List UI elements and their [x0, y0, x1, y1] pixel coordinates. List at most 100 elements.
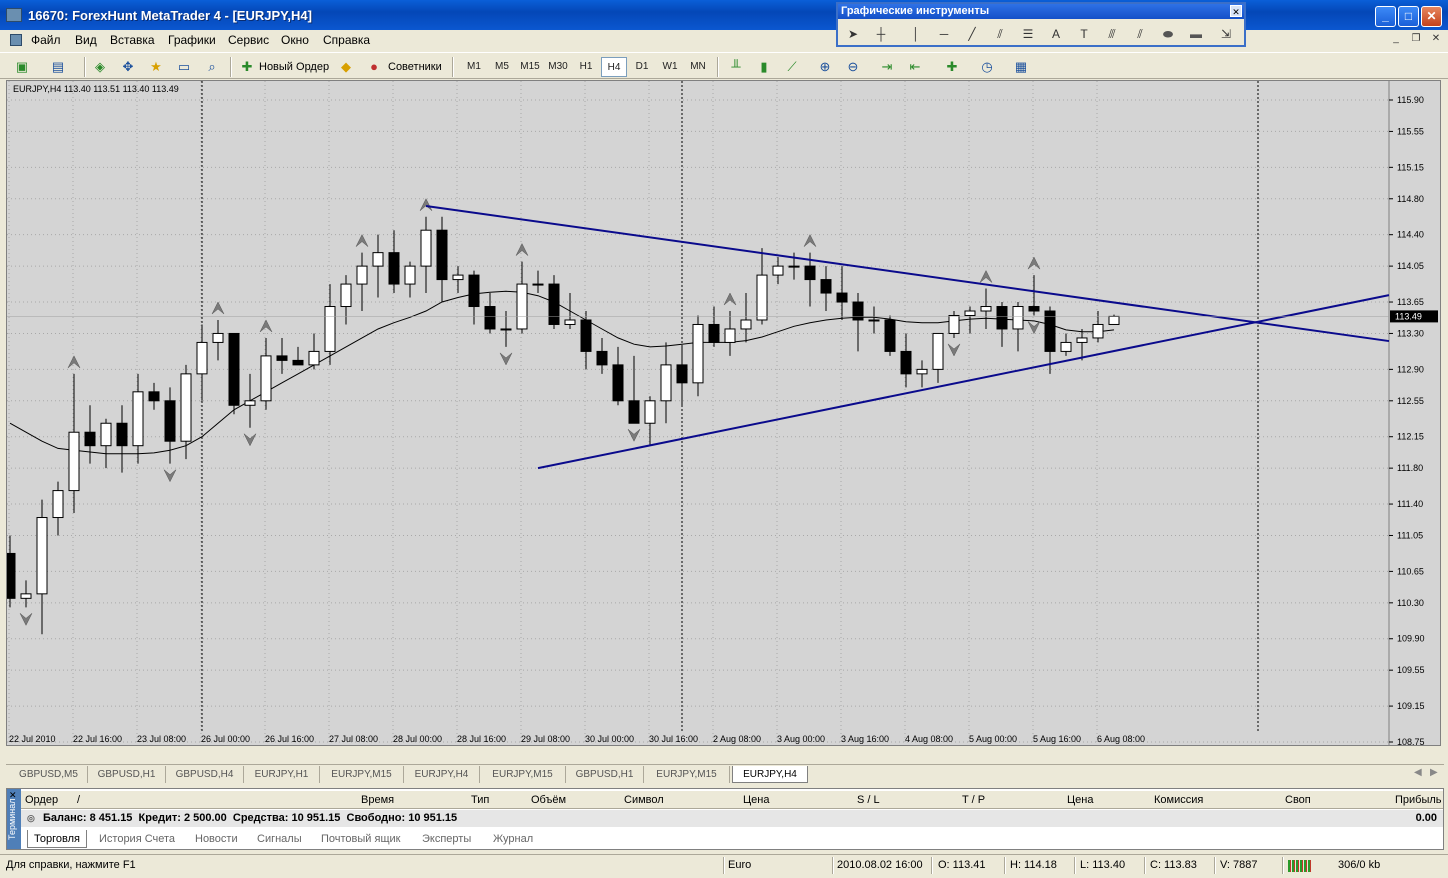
terminal-tab-history[interactable]: История Счета	[99, 830, 175, 848]
col-tp[interactable]: T / P	[962, 794, 985, 806]
new-order-icon[interactable]: ✚	[237, 57, 257, 77]
fibo-arcs-icon[interactable]: ⫽	[1130, 25, 1150, 43]
price-chart[interactable]: 115.90 115.55 115.15 114.80 114.40 114.05 113.…	[6, 80, 1441, 746]
tab-scroll-left-icon[interactable]: ◀	[1414, 767, 1422, 778]
col-price-current[interactable]: Цена	[1067, 794, 1093, 806]
autoscroll-icon[interactable]: ⇥	[877, 57, 897, 77]
chart-tab[interactable]: GBPUSD,M5	[10, 766, 88, 783]
menu-view[interactable]: Вид	[75, 33, 97, 47]
chart-tab[interactable]: GBPUSD,H1	[566, 766, 644, 783]
close-button[interactable]: ✕	[1421, 6, 1442, 27]
x-tick-label: 30 Jul 00:00	[585, 734, 634, 744]
terminal-icon[interactable]: ▭	[174, 57, 194, 77]
menu-charts[interactable]: Графики	[168, 33, 216, 47]
terminal-tab-mailbox[interactable]: Почтовый ящик	[321, 830, 400, 848]
maximize-button[interactable]: □	[1398, 6, 1419, 27]
menu-window[interactable]: Окно	[281, 33, 309, 47]
timeframe-m5[interactable]: M5	[489, 57, 515, 77]
terminal-tab-news[interactable]: Новости	[195, 830, 238, 848]
tab-scroll-right-icon[interactable]: ▶	[1430, 767, 1438, 778]
profiles-icon[interactable]: ▤	[48, 57, 68, 77]
minimize-button[interactable]: _	[1375, 6, 1396, 27]
vertical-line-icon[interactable]: │	[906, 25, 926, 43]
col-sl[interactable]: S / L	[857, 794, 880, 806]
periods-icon[interactable]: ◷	[977, 57, 997, 77]
chart-tab[interactable]: EURJPY,M15	[320, 766, 404, 783]
chart-tab[interactable]: EURJPY,M15	[644, 766, 730, 783]
col-volume[interactable]: Объём	[531, 794, 566, 806]
bar-chart-icon[interactable]: ╨	[726, 57, 746, 77]
menu-file[interactable]: Файл	[31, 33, 61, 47]
advisors-icon[interactable]: ●	[364, 57, 384, 77]
chart-tab[interactable]: GBPUSD,H4	[166, 766, 244, 783]
menu-tools[interactable]: Сервис	[228, 33, 269, 47]
candle-body	[324, 306, 336, 352]
chart-tab[interactable]: GBPUSD,H1	[88, 766, 166, 783]
mdi-restore-icon[interactable]: ❐	[1408, 32, 1424, 46]
strategy-tester-icon[interactable]: ⌕	[202, 57, 222, 77]
zoom-out-icon[interactable]: ⊖	[843, 57, 863, 77]
balance-row[interactable]: ◎ Баланс: 8 451.15 Кредит: 2 500.00 Сред…	[21, 810, 1443, 827]
navigator-icon[interactable]: ★	[146, 57, 166, 77]
connection-indicator-icon[interactable]	[1288, 860, 1312, 872]
indicators-icon[interactable]: ✚	[942, 57, 962, 77]
chart-shift-icon[interactable]: ⇤	[905, 57, 925, 77]
fibo-fan-icon[interactable]: ⫻	[1102, 25, 1122, 43]
fractal-up-marker	[515, 243, 529, 256]
col-order[interactable]: Ордер	[25, 794, 58, 806]
col-price[interactable]: Цена	[743, 794, 769, 806]
col-profit[interactable]: Прибыль	[1395, 794, 1442, 806]
menu-insert[interactable]: Вставка	[110, 33, 155, 47]
mdi-minimize-icon[interactable]: _	[1388, 32, 1404, 46]
timeframe-d1[interactable]: D1	[629, 57, 655, 77]
col-type[interactable]: Тип	[471, 794, 489, 806]
terminal-tab-experts[interactable]: Эксперты	[422, 830, 471, 848]
timeframe-h1[interactable]: H1	[573, 57, 599, 77]
chart-tab-active[interactable]: EURJPY,H4	[732, 766, 808, 783]
advisors-button[interactable]: Советники	[388, 57, 442, 77]
new-chart-icon[interactable]: ▣	[12, 57, 32, 77]
metaeditor-icon[interactable]: ◆	[336, 57, 356, 77]
ellipse-icon[interactable]: ⬬	[1158, 25, 1178, 43]
chart-tab[interactable]: EURJPY,H1	[244, 766, 320, 783]
crosshair-icon[interactable]: ┼	[871, 25, 891, 43]
col-time[interactable]: Время	[361, 794, 394, 806]
chart-tab[interactable]: EURJPY,H4	[404, 766, 480, 783]
menu-help[interactable]: Справка	[323, 33, 370, 47]
col-commission[interactable]: Комиссия	[1154, 794, 1203, 806]
terminal-tab-signals[interactable]: Сигналы	[257, 830, 302, 848]
timeframe-m30[interactable]: M30	[545, 57, 571, 77]
terminal-close-icon[interactable]: ✕	[9, 790, 17, 801]
rectangle-icon[interactable]: ▬	[1186, 25, 1206, 43]
timeframe-w1[interactable]: W1	[657, 57, 683, 77]
timeframe-m15[interactable]: M15	[517, 57, 543, 77]
templates-icon[interactable]: ▦	[1011, 57, 1031, 77]
market-watch-icon[interactable]: ◈	[90, 57, 110, 77]
timeframe-mn[interactable]: MN	[685, 57, 711, 77]
candlestick-icon[interactable]: ▮	[754, 57, 774, 77]
new-order-button[interactable]: Новый Ордер	[259, 57, 329, 77]
timeframe-m1[interactable]: M1	[461, 57, 487, 77]
chart-tab[interactable]: EURJPY,M15	[480, 766, 566, 783]
text-label-icon[interactable]: T	[1074, 25, 1094, 43]
mdi-close-icon[interactable]: ✕	[1428, 32, 1444, 46]
col-symbol[interactable]: Символ	[624, 794, 664, 806]
text-icon[interactable]: A	[1046, 25, 1066, 43]
y-tick-label: 114.40	[1397, 230, 1424, 240]
cursor-icon[interactable]: ➤	[843, 25, 863, 43]
timeframe-h4[interactable]: H4	[601, 57, 627, 77]
status-profile[interactable]: Euro	[728, 859, 751, 871]
equidistant-channel-icon[interactable]: ⫽	[990, 25, 1010, 43]
drawing-tools-close-button[interactable]: ✕	[1230, 5, 1242, 17]
trendline-icon[interactable]: ╱	[962, 25, 982, 43]
zoom-in-icon[interactable]: ⊕	[815, 57, 835, 77]
horizontal-line-icon[interactable]: ─	[934, 25, 954, 43]
terminal-tab-trade[interactable]: Торговля	[27, 830, 87, 848]
col-swap[interactable]: Своп	[1285, 794, 1311, 806]
fibonacci-icon[interactable]: ☰	[1018, 25, 1038, 43]
status-separator	[832, 857, 834, 874]
data-window-icon[interactable]: ✥	[118, 57, 138, 77]
terminal-tab-journal[interactable]: Журнал	[493, 830, 533, 848]
line-chart-icon[interactable]: ⟋	[782, 57, 802, 77]
arrows-icon[interactable]: ⇲	[1216, 25, 1236, 43]
